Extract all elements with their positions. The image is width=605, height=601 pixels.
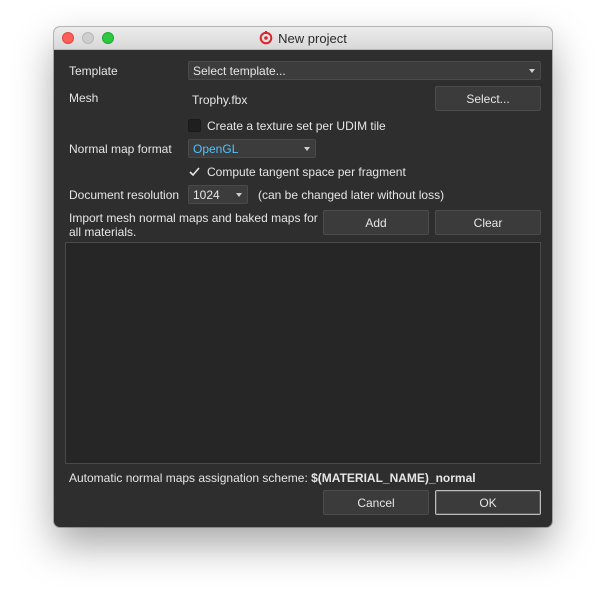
chevron-down-icon <box>304 147 310 151</box>
imported-maps-list[interactable] <box>65 242 541 464</box>
substance-painter-icon <box>259 31 273 45</box>
resolution-note: (can be changed later without loss) <box>258 188 445 202</box>
resolution-dropdown[interactable]: 1024 <box>188 185 248 204</box>
window-title-container: New project <box>54 27 552 49</box>
add-maps-button[interactable]: Add <box>323 210 429 235</box>
normal-map-format-label: Normal map format <box>69 142 172 156</box>
template-dropdown[interactable]: Select template... <box>188 61 541 80</box>
udim-checkbox[interactable] <box>188 119 201 132</box>
tangent-checkbox-label: Compute tangent space per fragment <box>207 165 406 179</box>
ok-button[interactable]: OK <box>435 490 541 515</box>
chevron-down-icon <box>529 69 535 73</box>
naming-scheme-value: $(MATERIAL_NAME)_normal <box>311 471 476 485</box>
import-maps-label-line1: Import mesh normal maps and baked maps f… <box>69 211 318 225</box>
clear-maps-button[interactable]: Clear <box>435 210 541 235</box>
naming-scheme-label: Automatic normal maps assignation scheme… <box>69 471 308 485</box>
window-title: New project <box>278 30 347 46</box>
checkmark-icon[interactable] <box>188 165 201 178</box>
template-label: Template <box>69 64 118 78</box>
naming-scheme-text: Automatic normal maps assignation scheme… <box>69 471 476 485</box>
mesh-select-button[interactable]: Select... <box>435 86 541 111</box>
mesh-label: Mesh <box>69 91 99 105</box>
chevron-down-icon <box>236 193 242 197</box>
template-dropdown-value: Select template... <box>193 63 286 78</box>
udim-checkbox-label: Create a texture set per UDIM tile <box>207 119 386 133</box>
cancel-button[interactable]: Cancel <box>323 490 429 515</box>
document-resolution-label: Document resolution <box>69 188 180 202</box>
title-bar: New project <box>54 27 552 50</box>
import-maps-label-line2: all materials. <box>69 225 137 239</box>
normal-map-format-dropdown[interactable]: OpenGL <box>188 139 316 158</box>
new-project-dialog: New project Template Select template... … <box>54 27 552 527</box>
resolution-value: 1024 <box>193 187 220 202</box>
mesh-filename: Trophy.fbx <box>192 93 248 107</box>
normal-map-format-value: OpenGL <box>193 141 239 156</box>
